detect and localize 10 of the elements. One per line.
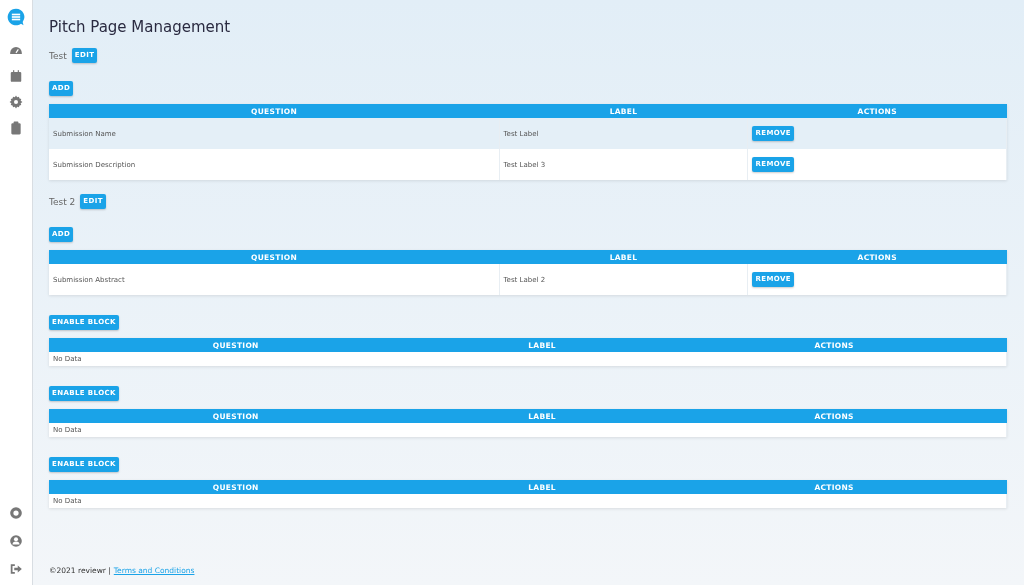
logo-icon[interactable] [6,6,26,27]
block-name: Test [49,50,67,61]
page-title: Pitch Page Management [49,18,232,36]
calendar-icon[interactable] [9,69,23,83]
lifebuoy-icon[interactable] [9,506,23,520]
settings-icon[interactable] [9,95,23,109]
block-name: Test 2 [49,196,76,207]
user-icon[interactable] [9,534,23,548]
logout-icon[interactable] [9,562,23,576]
clipboard-icon[interactable] [9,121,23,135]
